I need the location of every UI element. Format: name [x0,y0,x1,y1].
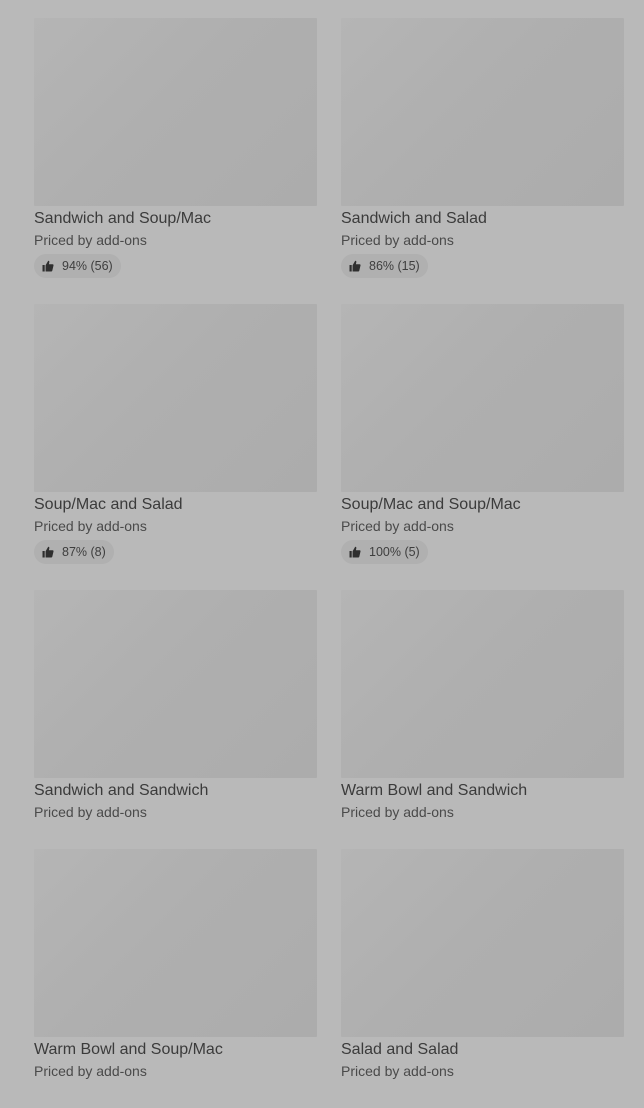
rating-text: 87% (8) [62,545,106,559]
menu-items-grid: Sandwich and Soup/Mac Priced by add-ons … [34,18,624,1108]
menu-item-card[interactable]: Sandwich and Sandwich Priced by add-ons [34,590,317,849]
item-title[interactable]: Sandwich and Sandwich [34,781,317,801]
item-title[interactable]: Sandwich and Salad [341,209,624,229]
item-image[interactable] [341,304,624,492]
item-price: Priced by add-ons [341,518,454,534]
thumbs-up-icon [42,546,54,558]
item-price: Priced by add-ons [34,518,147,534]
item-image[interactable] [341,849,624,1037]
thumbs-up-icon [349,546,361,558]
item-title[interactable]: Warm Bowl and Soup/Mac [34,1040,317,1060]
item-image[interactable] [34,304,317,492]
item-price: Priced by add-ons [341,804,454,820]
menu-item-card[interactable]: Soup/Mac and Salad Priced by add-ons 87%… [34,304,317,590]
item-title[interactable]: Warm Bowl and Sandwich [341,781,624,801]
rating-badge: 86% (15) [341,254,428,278]
item-price: Priced by add-ons [34,232,147,248]
menu-item-card[interactable]: Warm Bowl and Soup/Mac Priced by add-ons [34,849,317,1108]
item-image[interactable] [34,18,317,206]
item-title[interactable]: Soup/Mac and Salad [34,495,317,515]
item-image[interactable] [341,18,624,206]
menu-item-card[interactable]: Sandwich and Salad Priced by add-ons 86%… [341,18,624,304]
rating-badge: 94% (56) [34,254,121,278]
item-image[interactable] [341,590,624,778]
rating-badge: 100% (5) [341,540,428,564]
item-title[interactable]: Sandwich and Soup/Mac [34,209,317,229]
item-title[interactable]: Soup/Mac and Soup/Mac [341,495,624,515]
item-title[interactable]: Salad and Salad [341,1040,624,1060]
menu-item-card[interactable]: Soup/Mac and Soup/Mac Priced by add-ons … [341,304,624,590]
menu-item-card[interactable]: Warm Bowl and Sandwich Priced by add-ons [341,590,624,849]
thumbs-up-icon [349,260,361,272]
item-price: Priced by add-ons [34,804,147,820]
item-image[interactable] [34,849,317,1037]
item-image[interactable] [34,590,317,778]
item-price: Priced by add-ons [34,1063,147,1079]
menu-item-card[interactable]: Sandwich and Soup/Mac Priced by add-ons … [34,18,317,304]
item-price: Priced by add-ons [341,1063,454,1079]
rating-text: 100% (5) [369,545,420,559]
rating-badge: 87% (8) [34,540,114,564]
menu-item-card[interactable]: Salad and Salad Priced by add-ons [341,849,624,1108]
item-price: Priced by add-ons [341,232,454,248]
rating-text: 94% (56) [62,259,113,273]
rating-text: 86% (15) [369,259,420,273]
thumbs-up-icon [42,260,54,272]
